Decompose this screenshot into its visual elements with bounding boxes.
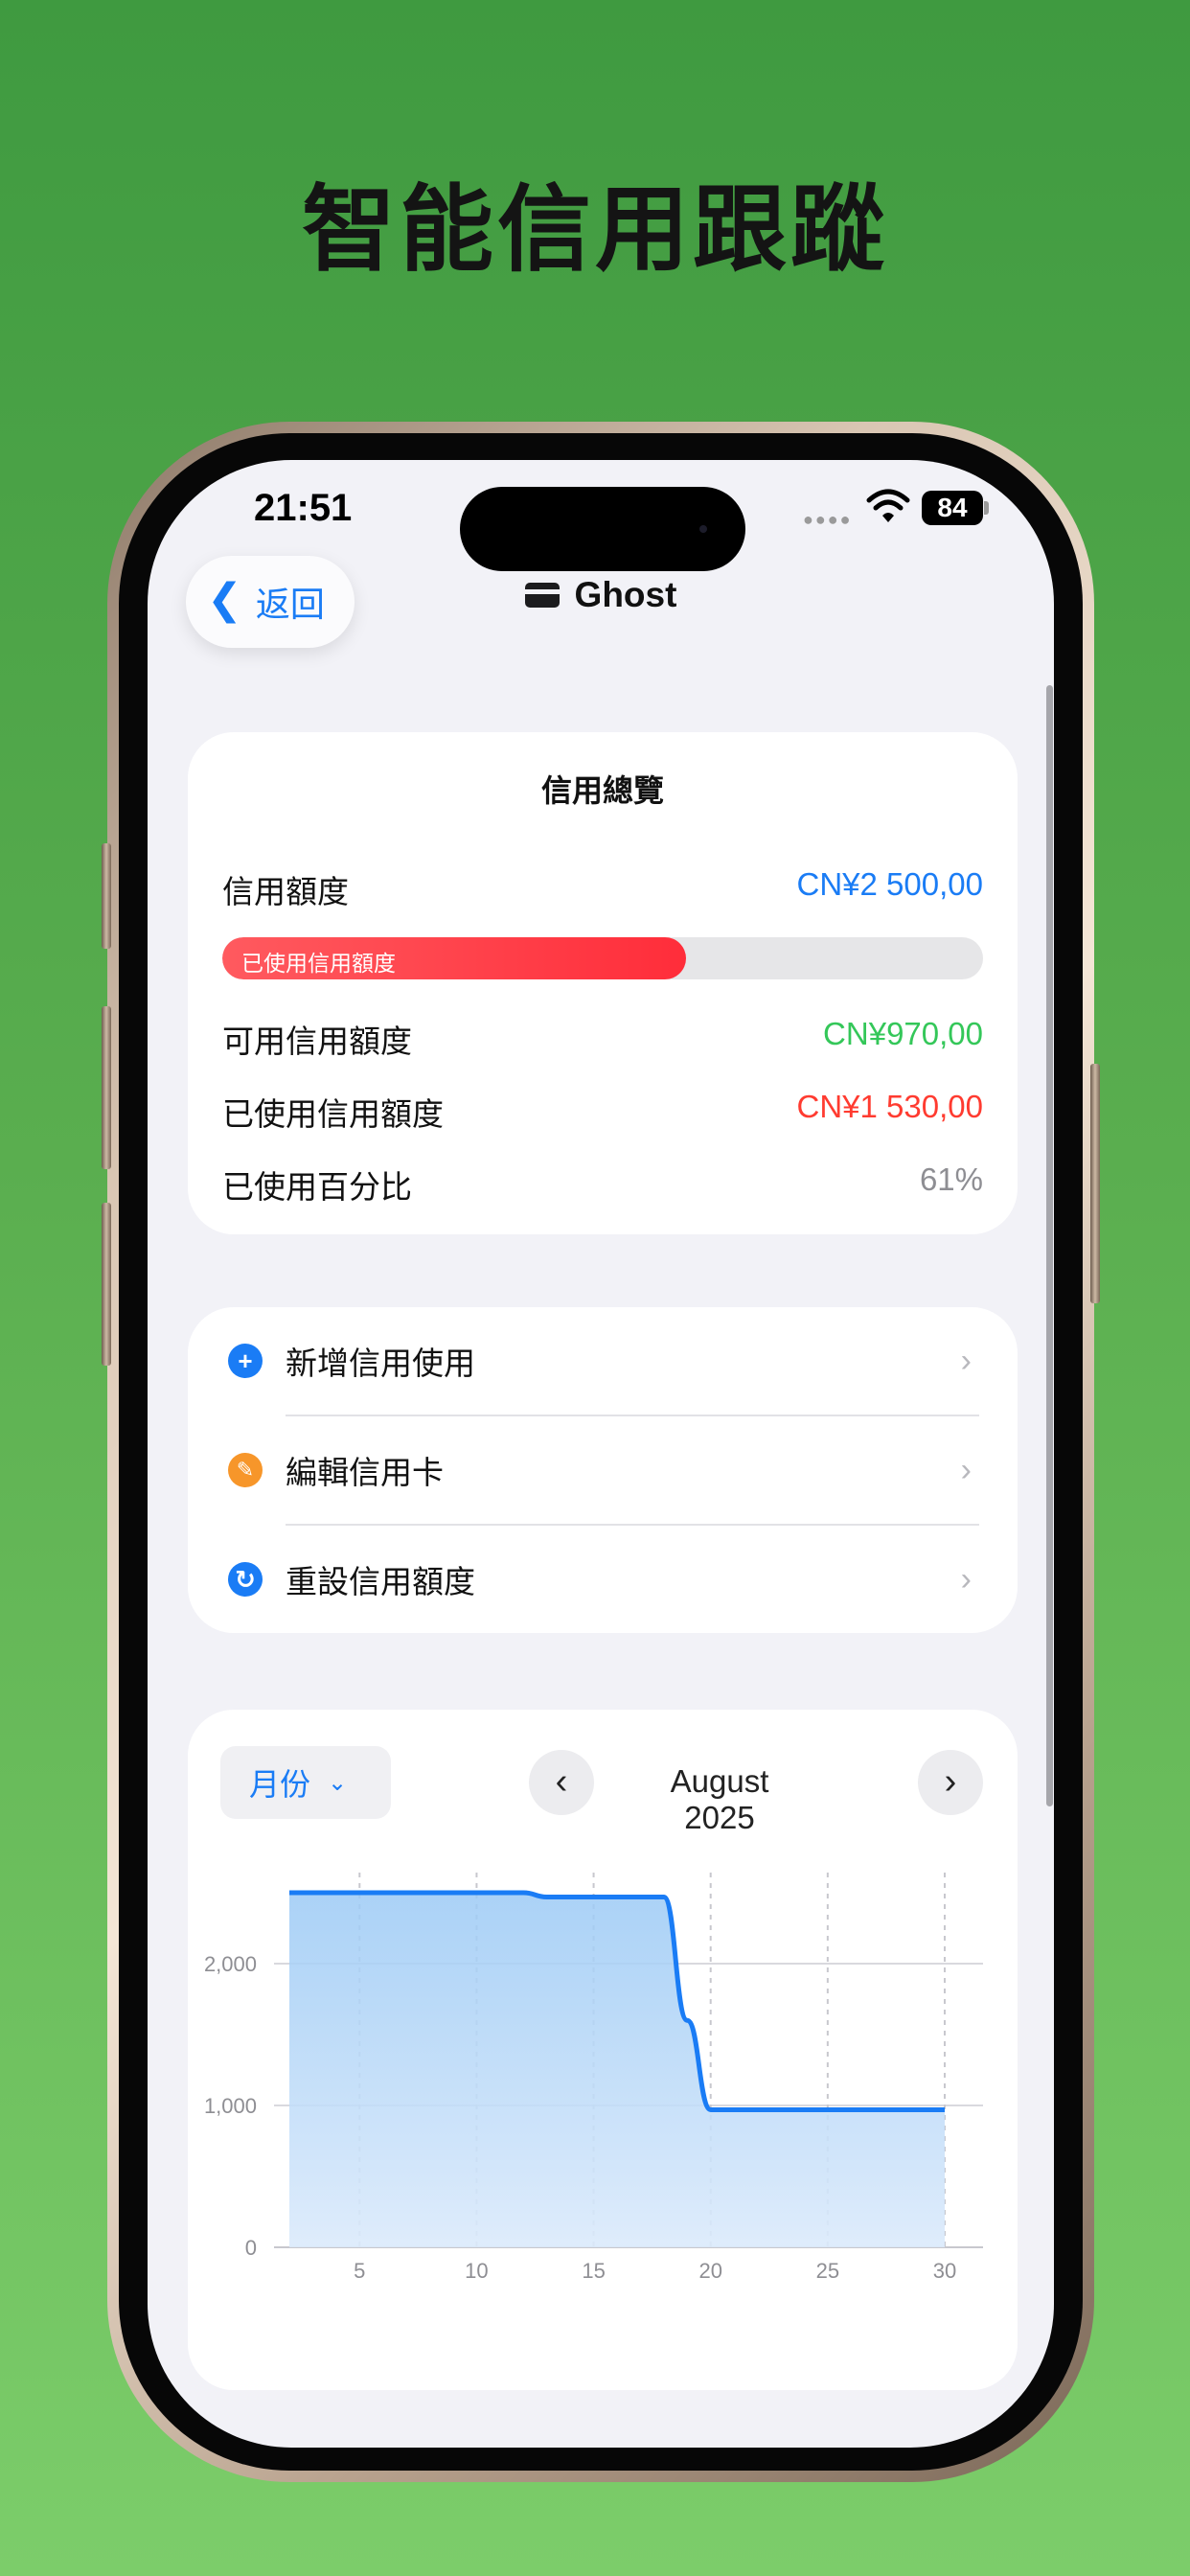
chevron-down-icon: ⌄ [328,1769,348,1796]
month-label: August 2025 [670,1763,769,1835]
credit-limit-label: 信用額度 [222,874,349,909]
reset-credit-limit-row[interactable]: ↻ 重設信用額度 › [188,1526,1018,1633]
add-credit-usage-row[interactable]: + 新增信用使用 › [188,1307,1018,1414]
balance-area [289,1893,945,2247]
usage-progress-bar: 已使用信用額度 [222,937,983,979]
credit-limit-value: CN¥2 500,00 [796,866,983,902]
dynamic-island [460,487,745,571]
phone-screen: 21:51 ●●●● 84 ❮ 返回 Ghost 信用總覽 信用額度 CN¥2 … [148,460,1054,2448]
volume-down-button [102,1203,111,1366]
x-tick-label: 25 [816,2259,839,2283]
chevron-right-icon: › [960,1342,972,1379]
chevron-right-icon: › [960,1451,972,1488]
used-percent-label: 已使用百分比 [222,1169,412,1205]
volume-up-button [102,1006,111,1169]
action-label: 新增信用使用 [286,1346,475,1381]
power-button [1090,1064,1100,1303]
previous-month-button[interactable]: ‹ [529,1750,594,1815]
credit-card-icon [524,583,560,608]
action-button [102,843,111,949]
y-tick-label: 0 [245,2236,257,2260]
overview-title: 信用總覽 [540,773,664,808]
used-percent-value: 61% [919,1162,983,1197]
credit-overview-card: 信用總覽 信用額度 CN¥2 500,00 已使用信用額度 可用信用額度 CN¥… [188,732,1018,1234]
wifi-icon [866,489,910,522]
battery-nub [984,501,989,515]
battery-icon: 84 [922,491,983,525]
action-label: 編輯信用卡 [286,1455,444,1490]
x-tick-label: 15 [582,2259,605,2283]
x-tick-label: 30 [933,2259,956,2283]
used-credit-value: CN¥1 530,00 [796,1089,983,1124]
card-name: Ghost [574,575,677,614]
plus-circle-icon: + [228,1344,263,1378]
action-label: 重設信用額度 [286,1564,475,1599]
progress-label: 已使用信用額度 [241,951,396,976]
x-tick-label: 5 [354,2259,365,2283]
period-label: 月份 [249,1767,311,1802]
available-credit-value: CN¥970,00 [823,1016,983,1051]
credit-balance-chart: 0 1,000 2,000 5 10 15 20 25 30 [204,1873,983,2283]
signal-icon: ●●●● [803,510,853,529]
chevron-left-icon: ‹ [555,1761,568,1802]
available-credit-label: 可用信用額度 [222,1024,412,1059]
x-tick-label: 10 [465,2259,488,2283]
pencil-circle-icon: ✎ [228,1453,263,1487]
next-month-button[interactable]: › [918,1750,983,1815]
period-dropdown[interactable]: 月份 ⌄ [220,1746,391,1819]
edit-credit-card-row[interactable]: ✎ 編輯信用卡 › [188,1416,1018,1524]
x-tick-label: 20 [698,2259,721,2283]
actions-card: + 新增信用使用 › ✎ 編輯信用卡 › ↻ 重設信用額度 › [188,1307,1018,1633]
scrollbar[interactable] [1046,685,1053,1806]
used-credit-label: 已使用信用額度 [222,1096,444,1132]
credit-chart-card: 月份 ⌄ ‹ August 2025 › 0 1,000 2,000 5 10 15 20 2… [188,1710,1018,2390]
status-time: 21:51 [254,487,353,529]
y-tick-label: 1,000 [204,2094,257,2118]
chevron-right-icon: › [944,1761,957,1802]
reset-circle-icon: ↻ [228,1562,263,1597]
nav-title: Ghost [148,575,1054,615]
hero-title: 智能信用跟蹤 [301,175,888,285]
chevron-right-icon: › [960,1560,972,1598]
y-tick-label: 2,000 [204,1952,257,1976]
